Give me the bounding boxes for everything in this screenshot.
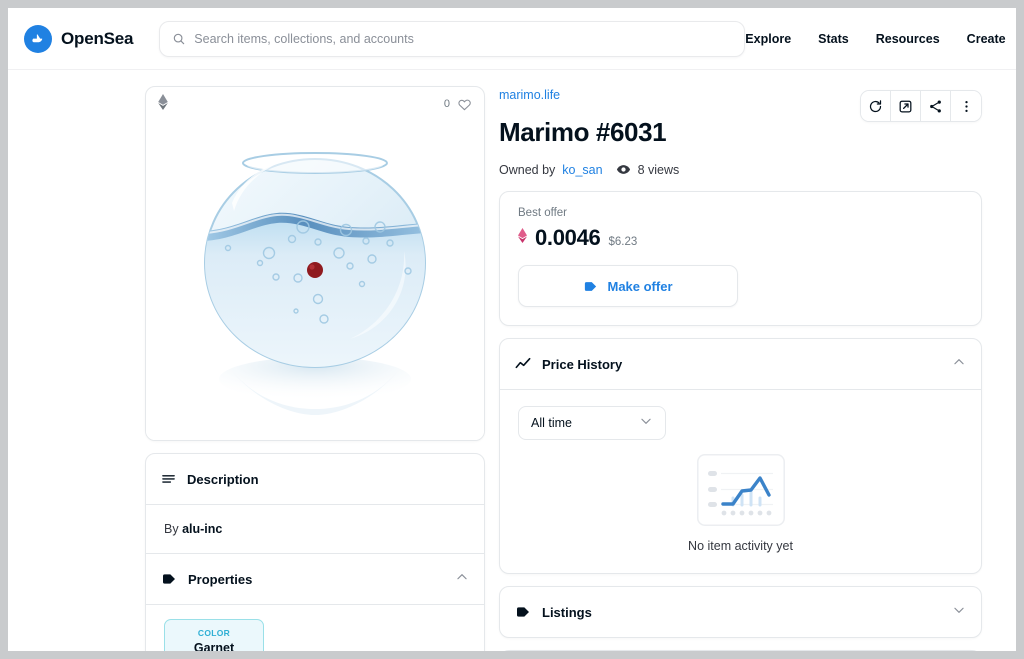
- refresh-icon: [869, 99, 882, 112]
- ethereum-icon: [518, 228, 527, 248]
- owner-row: Owned by ko_san 8 views: [499, 162, 982, 177]
- search-bar[interactable]: [159, 20, 746, 57]
- price-history-body: All time No item activity yet: [500, 389, 981, 573]
- owned-by-label: Owned by: [499, 162, 556, 177]
- site-header: OpenSea Explore Stats Resources Create: [8, 8, 1016, 70]
- best-offer-amount: 0.0046: [535, 225, 601, 250]
- properties-heading: Properties: [188, 571, 253, 587]
- item-header: marimo.life Marimo #6031 Owned by ko_san…: [499, 86, 982, 191]
- opensea-ship-logo-icon: [24, 24, 52, 53]
- line-chart-icon: [515, 357, 531, 369]
- info-card: Description By alu-inc Properties COLOR …: [145, 453, 485, 651]
- nav-resources[interactable]: Resources: [876, 32, 940, 46]
- best-offer-usd: $6.23: [608, 236, 638, 248]
- right-column: marimo.life Marimo #6031 Owned by ko_san…: [499, 86, 982, 651]
- description-section-header[interactable]: Description: [146, 454, 484, 504]
- item-action-bar: [860, 90, 982, 122]
- views-count: 8 views: [637, 162, 680, 177]
- description-heading: Description: [187, 471, 259, 487]
- search-icon: [174, 33, 185, 44]
- chevron-down-icon: [639, 414, 653, 433]
- more-button[interactable]: [951, 91, 981, 121]
- more-vertical-icon: [964, 100, 968, 112]
- time-range-select[interactable]: All time: [518, 406, 666, 440]
- share-button[interactable]: [921, 91, 951, 121]
- fishbowl-illustration: [203, 151, 427, 415]
- page-content: 0 Description By alu-inc Properties COLO…: [8, 70, 1016, 651]
- best-offer-label: Best offer: [518, 207, 568, 219]
- chevron-down-icon[interactable]: [952, 603, 966, 622]
- search-input[interactable]: [194, 31, 733, 46]
- left-column: 0 Description By alu-inc Properties COLO…: [145, 86, 485, 651]
- listings-heading: Listings: [542, 604, 592, 620]
- best-offer-price-row: 0.0046 $6.23: [518, 225, 963, 251]
- browser-viewport: OpenSea Explore Stats Resources Create: [8, 8, 1016, 651]
- trait-card[interactable]: COLOR Garnet 10% have this trait: [164, 619, 264, 651]
- tag-icon: [163, 574, 175, 584]
- price-history-empty-state: No item activity yet: [518, 454, 963, 553]
- make-offer-label: Make offer: [607, 278, 673, 294]
- owner-link[interactable]: ko_san: [562, 163, 602, 177]
- share-icon: [930, 100, 941, 112]
- tag-icon: [517, 607, 529, 617]
- offers-card: Offers: [499, 650, 982, 651]
- external-link-icon: [899, 100, 912, 112]
- tag-icon: [585, 281, 597, 291]
- nft-media-toolbar: 0: [146, 87, 484, 121]
- refresh-metadata-button[interactable]: [861, 91, 891, 121]
- price-history-card: Price History All time No item activity …: [499, 338, 982, 574]
- open-original-button[interactable]: [891, 91, 921, 121]
- description-body: By alu-inc: [146, 505, 484, 553]
- favorite-count: 0: [443, 98, 450, 110]
- price-history-header[interactable]: Price History: [500, 339, 981, 389]
- description-list-icon: [162, 474, 175, 483]
- trait-value: Garnet: [193, 641, 235, 651]
- listings-header[interactable]: Listings: [500, 587, 981, 637]
- description-by-prefix: By: [164, 522, 179, 536]
- price-history-heading: Price History: [542, 356, 623, 372]
- nav-create[interactable]: Create: [967, 32, 1006, 46]
- listings-card: Listings: [499, 586, 982, 638]
- best-offer-card: Best offer 0.0046 $6.23 Make offer: [499, 191, 982, 326]
- ethereum-icon: [158, 93, 168, 115]
- eye-icon: [616, 165, 630, 174]
- main-navigation: Explore Stats Resources Create: [745, 32, 1009, 46]
- make-offer-button[interactable]: Make offer: [518, 265, 738, 307]
- brand-name: OpenSea: [61, 28, 134, 48]
- chevron-up-icon[interactable]: [952, 355, 966, 374]
- chevron-up-icon[interactable]: [455, 570, 469, 589]
- properties-body: COLOR Garnet 10% have this trait: [146, 605, 484, 651]
- collection-link[interactable]: marimo.life: [499, 88, 560, 102]
- nav-explore[interactable]: Explore: [745, 32, 791, 46]
- favorite-group[interactable]: 0: [444, 97, 472, 112]
- nft-media-card: 0: [145, 86, 485, 441]
- properties-section-header[interactable]: Properties: [146, 554, 484, 604]
- brand-logo[interactable]: OpenSea: [24, 24, 134, 53]
- empty-state-text: No item activity yet: [688, 539, 793, 553]
- nav-stats[interactable]: Stats: [818, 32, 849, 46]
- nft-artwork[interactable]: [146, 121, 484, 440]
- heart-icon[interactable]: [457, 97, 472, 112]
- description-creator[interactable]: alu-inc: [182, 522, 222, 536]
- chart-placeholder-icon: [696, 454, 785, 526]
- trait-type: COLOR: [197, 628, 231, 638]
- time-range-value: All time: [531, 416, 572, 430]
